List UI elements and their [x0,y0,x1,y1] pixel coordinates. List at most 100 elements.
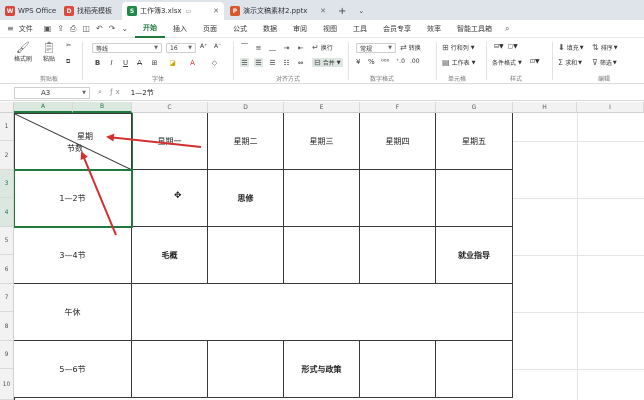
column-header-f[interactable]: F [360,102,436,113]
chevron-down-icon[interactable]: ⌄ [352,2,370,20]
column-header-e[interactable]: E [284,102,360,113]
schedule-cell[interactable] [436,170,513,227]
schedule-cell[interactable] [360,341,436,398]
more-icon[interactable]: ⌄ [118,24,131,33]
decrease-decimal-icon[interactable]: .00 [410,58,420,65]
font-color-icon[interactable]: A [188,58,197,67]
align-top-icon[interactable]: ⎺ [240,43,249,52]
font-size-select[interactable]: 16 ▼ [166,43,196,53]
row-header-8[interactable]: 8 [0,312,14,341]
print-icon[interactable]: ⎙ [67,24,79,34]
tab-template[interactable]: D 找稻壳模板 [59,2,121,20]
menu-data[interactable]: 数据 [255,20,285,38]
name-box[interactable]: A3 ▼ [14,86,90,99]
outdent-icon[interactable]: ⇤ [296,43,305,52]
conditional-format-button[interactable]: 条件格式 ▼ [492,58,522,68]
increase-decimal-icon[interactable]: ⁺.0 [396,58,405,65]
tab-presentation[interactable]: P 演示文稿素材2.pptx ✕ [225,2,331,20]
preview-icon[interactable]: ◫ [79,24,93,33]
schedule-cell[interactable] [360,170,436,227]
menu-start[interactable]: 开始 [135,20,166,38]
period-label-cell[interactable]: 午休 [14,284,132,341]
close-tab-icon[interactable]: ✕ [209,7,219,15]
schedule-cell[interactable]: 毛概 [132,227,208,284]
align-middle-icon[interactable]: ≡ [254,43,263,52]
column-header-a[interactable]: A [14,102,73,113]
menu-smart-toolbox[interactable]: 智能工具箱 [449,20,500,38]
clear-format-icon[interactable]: ◇ [210,58,219,67]
bold-icon[interactable]: B [93,58,102,67]
row-header-9[interactable]: 9 [0,341,14,369]
rows-cols-button[interactable]: ⊞ 行和列 ▼ [442,43,475,52]
table-style-icon[interactable]: ⊡▼ [530,58,540,65]
day-header-cell[interactable]: 星期四 [360,113,436,170]
row-header-4[interactable]: 4 [0,198,14,227]
strikethrough-icon[interactable]: A [135,58,144,67]
search-icon[interactable]: ⌕ [502,24,512,34]
menu-page[interactable]: 页面 [195,20,225,38]
tab-workbook[interactable]: S 工作簿3.xlsx ▭ ✕ [122,2,224,20]
day-header-cell[interactable]: 星期二 [208,113,284,170]
shrink-font-icon[interactable]: A⁻ [214,43,221,50]
fill-color-icon[interactable]: ◪ [168,58,177,67]
sort-button[interactable]: ⇅ 排序 ▼ [592,43,618,52]
percent-icon[interactable]: % [368,58,375,66]
menu-view[interactable]: 视图 [315,20,345,38]
schedule-cell[interactable] [436,341,513,398]
merge-button[interactable]: ⊟ 合并 ▼ [312,58,343,67]
font-name-select[interactable]: 等线 ▼ [92,43,162,53]
schedule-cell[interactable] [208,341,284,398]
row-header-1[interactable]: 1 [0,113,14,141]
close-tab-icon[interactable]: ✕ [316,7,326,15]
paste-button[interactable]: 📋︎ 粘贴 [42,42,56,64]
currency-icon[interactable]: ¥ [356,58,360,66]
column-header-g[interactable]: G [436,102,513,113]
schedule-cell[interactable] [132,341,208,398]
column-header-c[interactable]: C [132,102,208,113]
menu-efficiency[interactable]: 效率 [419,20,449,38]
period-label-cell[interactable]: 3—4节 [14,227,132,284]
thousands-icon[interactable]: ⁰⁰⁰ [381,58,389,66]
redo-icon[interactable]: ↷ [106,24,119,33]
align-left-icon[interactable]: ☰ [240,58,249,67]
underline-icon[interactable]: U [121,58,130,67]
filter-button[interactable]: ⊽ 筛选 ▼ [592,58,617,67]
justify-icon[interactable]: ☷ [282,58,291,67]
schedule-cell[interactable] [284,170,360,227]
schedule-cell[interactable]: 形式与政策 [284,341,360,398]
sum-button[interactable]: Σ 求和 ▼ [558,58,582,67]
menu-formula[interactable]: 公式 [225,20,255,38]
schedule-cell[interactable] [360,227,436,284]
grow-font-icon[interactable]: A⁺ [200,43,207,50]
row-header-5[interactable]: 5 [0,227,14,255]
row-header-3[interactable]: 3 [0,170,14,198]
menu-insert[interactable]: 插入 [165,20,195,38]
day-header-cell[interactable]: 星期一 [132,113,208,170]
row-header-6[interactable]: 6 [0,255,14,284]
column-header-h[interactable]: H [513,102,577,113]
schedule-cell[interactable] [132,170,208,227]
copy-icon[interactable]: ⧉ [66,58,70,66]
menu-file[interactable]: 文件 [17,20,41,38]
worksheet-button[interactable]: ▤ 工作表 ▼ [442,58,475,67]
indent-icon[interactable]: ⇥ [282,43,291,52]
align-bottom-icon[interactable]: ⎽ [268,43,277,52]
export-icon[interactable]: ⇪ [54,24,67,33]
cell-style-icon[interactable]: ⊟▼ ▢▼ [494,43,518,50]
column-header-i[interactable]: I [577,102,644,113]
day-header-cell[interactable]: 星期三 [284,113,360,170]
schedule-cell[interactable] [284,227,360,284]
menu-tools[interactable]: 工具 [345,20,375,38]
monitor-icon[interactable]: ▭ [186,8,192,15]
hamburger-icon[interactable]: ≡ [4,24,17,33]
number-format-select[interactable]: 常规 ▼ [356,43,396,53]
schedule-cell[interactable]: 思修 [208,170,284,227]
formula-input[interactable]: 1—2节 [131,88,154,98]
fill-button[interactable]: ⬇ 填充 ▼ [558,43,584,52]
column-header-d[interactable]: D [208,102,284,113]
undo-icon[interactable]: ↶ [93,24,106,33]
period-label-cell[interactable]: 5—6节 [14,341,132,398]
select-all-corner[interactable] [0,102,14,113]
row-header-7[interactable]: 7 [0,284,14,312]
align-center-icon[interactable]: ☰ [254,58,263,67]
